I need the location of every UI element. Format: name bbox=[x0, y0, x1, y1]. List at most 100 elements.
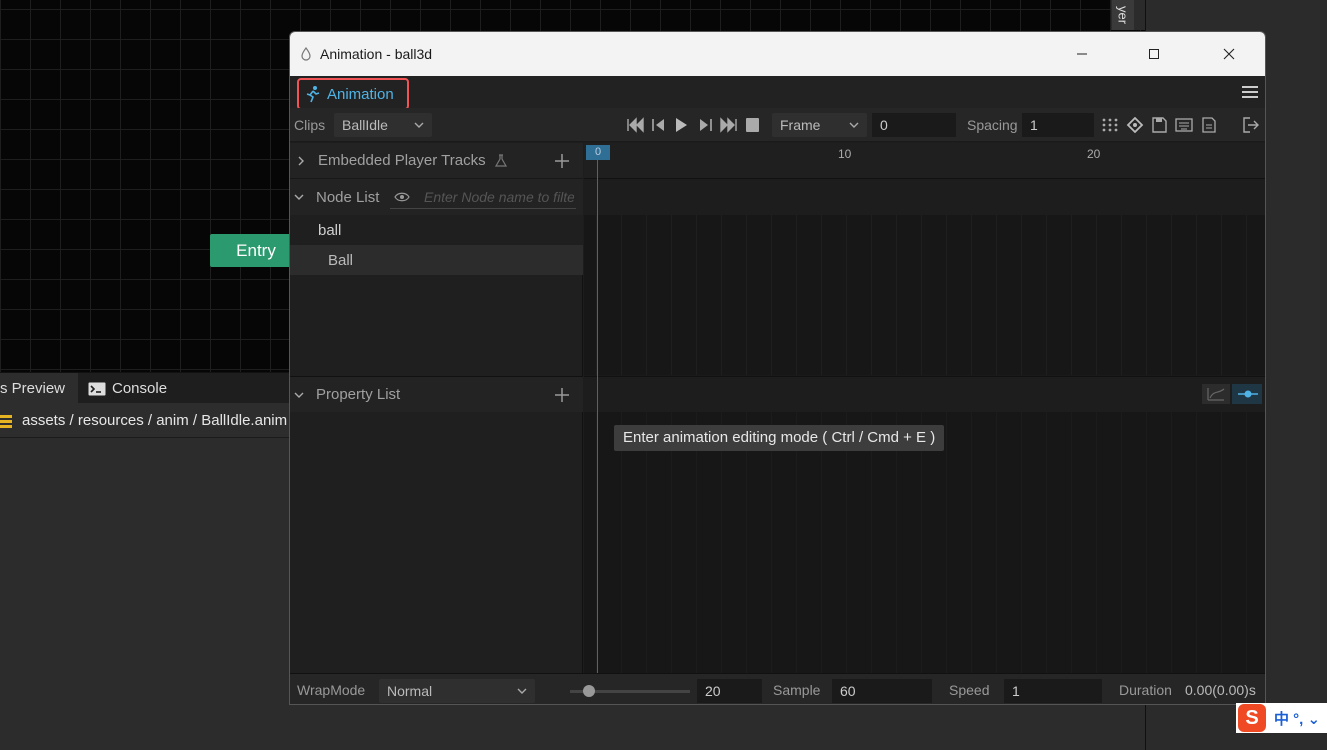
timeline-ruler[interactable]: 10 20 bbox=[584, 143, 1265, 179]
ime-logo: S bbox=[1238, 704, 1266, 732]
spacing-input[interactable]: 1 bbox=[1022, 113, 1094, 137]
bottom-tab-bar: s Preview Console bbox=[0, 372, 300, 404]
playhead-line[interactable] bbox=[597, 160, 598, 704]
curve-view-toggle[interactable] bbox=[1202, 384, 1262, 404]
save-icon[interactable] bbox=[1150, 117, 1168, 133]
duration-value: 0.00(0.00)s bbox=[1185, 682, 1256, 698]
speed-input-value: 1 bbox=[1012, 683, 1020, 699]
tab-assets-preview[interactable]: s Preview bbox=[0, 373, 78, 404]
jump-to-end-icon[interactable] bbox=[720, 117, 738, 133]
ruler-tick-20: 20 bbox=[1087, 147, 1101, 161]
assets-panel-body bbox=[0, 438, 300, 750]
frame-mode-select[interactable]: Frame bbox=[772, 113, 867, 137]
property-list-section[interactable]: Property List bbox=[290, 376, 583, 412]
node-list-track-header bbox=[584, 179, 1265, 215]
embedded-player-tracks-label: Embedded Player Tracks bbox=[318, 152, 486, 169]
spacing-input-value: 1 bbox=[1030, 117, 1038, 133]
maximize-icon bbox=[1149, 49, 1159, 59]
close-button[interactable] bbox=[1206, 32, 1252, 76]
bottom-area bbox=[289, 705, 1145, 750]
add-keyframe-icon[interactable] bbox=[1126, 117, 1144, 133]
node-filter-field[interactable]: Enter Node name to filter bbox=[390, 185, 576, 209]
document-icon[interactable] bbox=[1200, 117, 1218, 133]
chevron-down-icon bbox=[294, 392, 304, 398]
asset-breadcrumb: assets / resources / anim / BallIdle.ani… bbox=[0, 404, 300, 438]
animation-window: Animation - ball3d Animation Clips BallI… bbox=[289, 31, 1266, 705]
zoom-input-value: 20 bbox=[705, 683, 721, 699]
chevron-down-icon bbox=[414, 122, 424, 128]
sample-label: Sample bbox=[773, 682, 821, 698]
frame-input[interactable]: 0 bbox=[872, 113, 956, 137]
spacing-label: Spacing bbox=[967, 117, 1018, 133]
tab-console[interactable]: Console bbox=[78, 373, 178, 404]
hamburger-menu-icon[interactable] bbox=[1241, 84, 1259, 100]
stop-icon[interactable] bbox=[744, 117, 762, 133]
speed-input[interactable]: 1 bbox=[1004, 679, 1102, 703]
app-icon bbox=[301, 47, 311, 61]
embedded-player-tracks-section[interactable]: Embedded Player Tracks bbox=[290, 143, 583, 179]
zoom-input[interactable]: 20 bbox=[697, 679, 762, 703]
node-item-label: Ball bbox=[328, 251, 354, 269]
minimize-icon bbox=[1077, 53, 1087, 55]
sample-input-value: 60 bbox=[840, 683, 856, 699]
play-icon[interactable] bbox=[672, 117, 690, 133]
wrapmode-value: Normal bbox=[387, 683, 433, 699]
chevron-down-icon bbox=[517, 688, 527, 694]
duration-label: Duration bbox=[1119, 682, 1172, 698]
property-track-header bbox=[584, 376, 1265, 412]
ime-mode-text: 中 °, ⌄ bbox=[1274, 710, 1321, 728]
playhead-marker[interactable]: 0 bbox=[586, 145, 610, 160]
window-titlebar[interactable]: Animation - ball3d bbox=[290, 32, 1265, 76]
flask-icon bbox=[494, 153, 507, 167]
anim-asset-icon bbox=[0, 414, 12, 428]
node-list-section[interactable]: Node List Enter Node name to filter bbox=[290, 179, 583, 215]
node-list-label: Node List bbox=[316, 188, 380, 206]
chevron-down-icon bbox=[294, 194, 304, 200]
close-icon bbox=[1223, 48, 1235, 60]
ime-indicator[interactable]: S 中 °, ⌄ bbox=[1236, 703, 1327, 733]
edit-mode-tooltip[interactable]: Enter animation editing mode ( Ctrl / Cm… bbox=[614, 425, 945, 451]
wrapmode-label: WrapMode bbox=[297, 682, 366, 698]
tab-animation[interactable]: Animation bbox=[297, 78, 409, 110]
jump-to-start-icon[interactable] bbox=[626, 117, 644, 133]
prev-frame-icon[interactable] bbox=[650, 117, 668, 133]
clip-select-value: BallIdle bbox=[342, 117, 388, 133]
speed-label: Speed bbox=[949, 682, 990, 698]
next-frame-icon[interactable] bbox=[696, 117, 714, 133]
node-item-Ball[interactable]: Ball bbox=[290, 245, 583, 275]
panel-header bbox=[290, 76, 1265, 108]
node-filter-placeholder: Enter Node name to filter bbox=[424, 188, 574, 205]
animation-statusbar: WrapMode Normal 20 Sample 60 Speed 1 Dur… bbox=[290, 673, 1265, 704]
node-item-ball[interactable]: ball bbox=[290, 215, 583, 245]
wrapmode-select[interactable]: Normal bbox=[379, 679, 535, 703]
maximize-button[interactable] bbox=[1131, 32, 1177, 76]
add-track-icon[interactable] bbox=[554, 153, 570, 169]
zoom-slider-thumb[interactable] bbox=[583, 685, 595, 697]
exit-edit-icon[interactable] bbox=[1242, 117, 1260, 133]
asset-path-text: assets / resources / anim / BallIdle.ani… bbox=[22, 412, 288, 429]
chevron-right-icon bbox=[298, 156, 304, 165]
track-list-pane: Embedded Player Tracks Node List Enter N… bbox=[290, 143, 583, 704]
grid-dots-icon[interactable] bbox=[1101, 117, 1119, 133]
clip-select[interactable]: BallIdle bbox=[334, 113, 432, 137]
tab-animation-label: Animation bbox=[327, 85, 394, 103]
clips-label: Clips bbox=[294, 117, 326, 133]
tab-assets-preview-label: s Preview bbox=[0, 380, 66, 397]
window-title: Animation - ball3d bbox=[320, 46, 433, 62]
hierarchy-side-tab[interactable]: yer bbox=[1112, 0, 1134, 30]
minimize-button[interactable] bbox=[1059, 32, 1105, 76]
chevron-down-icon bbox=[849, 122, 859, 128]
property-list-label: Property List bbox=[316, 386, 401, 403]
frame-input-value: 0 bbox=[880, 117, 888, 133]
property-tracks-area[interactable] bbox=[584, 412, 1265, 704]
timeline-pane[interactable]: 10 20 0 bbox=[584, 143, 1265, 704]
console-icon bbox=[88, 382, 106, 395]
eye-icon bbox=[394, 192, 410, 201]
node-tracks-area[interactable] bbox=[584, 215, 1265, 375]
animation-toolbar: Clips BallIdle Frame 0 Spacing 1 bbox=[290, 108, 1265, 142]
keyboard-shortcuts-icon[interactable] bbox=[1175, 117, 1193, 133]
ruler-tick-10: 10 bbox=[838, 147, 852, 161]
node-item-label: ball bbox=[318, 221, 342, 239]
add-property-icon[interactable] bbox=[554, 387, 570, 403]
sample-input[interactable]: 60 bbox=[832, 679, 932, 703]
